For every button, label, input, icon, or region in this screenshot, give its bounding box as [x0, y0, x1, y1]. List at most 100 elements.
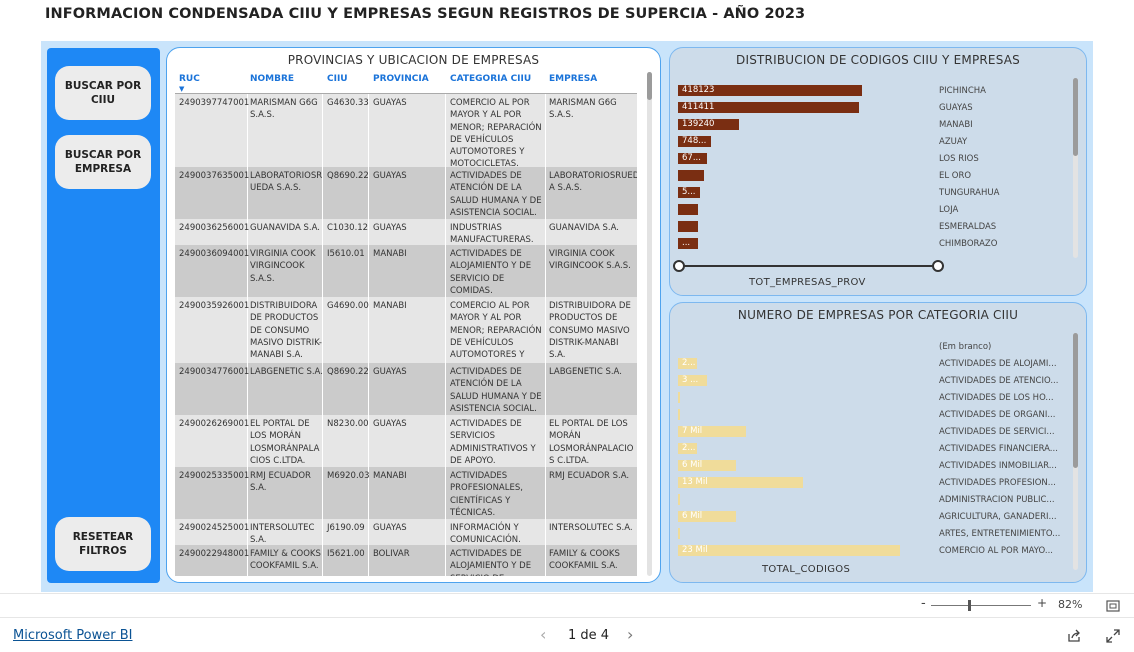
cell-provincia: GUAYAS: [373, 98, 407, 108]
reset-filters-button[interactable]: RESETEAR FILTROS: [55, 517, 151, 571]
bar[interactable]: [678, 170, 704, 181]
table-row[interactable]: 2490022948001 FAMILY & COOKS COOKFAMIL S.…: [175, 545, 637, 576]
bar-data-label: 748...: [682, 136, 707, 146]
category-label: ACTIVIDADES PROFESION...: [939, 478, 1056, 488]
zoom-slider-handle[interactable]: [968, 600, 971, 611]
column-header-provincia[interactable]: PROVINCIA: [373, 74, 429, 84]
column-header-ruc[interactable]: RUC: [179, 74, 200, 84]
cell-empresa: FAMILY & COOKS COOKFAMIL S.A.: [549, 549, 620, 572]
bar[interactable]: [678, 409, 680, 420]
next-page-icon[interactable]: ›: [627, 625, 633, 644]
fullscreen-icon[interactable]: [1106, 629, 1120, 643]
bar-data-label: 411411: [682, 102, 715, 112]
category-label: ACTIVIDADES DE ATENCIÓ...: [939, 376, 1059, 386]
cell-categoria: INFORMACIÓN Y COMUNICACIÓN.: [450, 523, 521, 546]
bar-data-label: 13 Mil: [682, 477, 708, 487]
category-label: ACTIVIDADES DE SERVICI...: [939, 427, 1055, 437]
province-chart-title: DISTRIBUCION DE CODIGOS CIIU Y EMPRESAS: [736, 53, 1020, 67]
province-chart-scroll-thumb[interactable]: [1073, 78, 1078, 156]
cell-categoria: ACTIVIDADES PROFESIONALES, CIENTÍFICAS Y…: [450, 471, 523, 518]
cell-ciiu: J6190.09: [327, 523, 365, 533]
category-label: ACTIVIDADES DE ALOJAMI...: [939, 359, 1057, 369]
category-label: AZUAY: [939, 137, 968, 147]
table-row[interactable]: 2490035926001 DISTRIBUIDORA DE PRODUCTOS …: [175, 297, 637, 363]
province-chart-panel: DISTRIBUCION DE CODIGOS CIIU Y EMPRESAS …: [669, 47, 1087, 296]
cell-ciiu: M6920.03: [327, 471, 370, 481]
cell-ciiu: Q8690.22: [327, 171, 369, 181]
category-label: AGRICULTURA, GANADERÍ...: [939, 512, 1057, 522]
share-icon[interactable]: [1067, 629, 1081, 643]
report-title: INFORMACION CONDENSADA CIIU Y EMPRESAS S…: [45, 6, 806, 22]
category-chart-scrollbar[interactable]: [1073, 333, 1078, 570]
table-row[interactable]: 2490034776001 LABGENETIC S.A. Q8690.22 GUAY…: [175, 363, 637, 415]
cell-nombre: FAMILY & COOKS COOKFAMIL S.A.: [250, 549, 321, 572]
table-scroll-thumb[interactable]: [647, 72, 652, 100]
table-title: PROVINCIAS Y UBICACION DE EMPRESAS: [287, 53, 540, 67]
column-header-categoria[interactable]: CATEGORIA CIIU: [450, 74, 531, 84]
cell-ruc: 2490026269001: [179, 419, 250, 429]
category-label: COMERCIO AL POR MAYO...: [939, 546, 1053, 556]
bar[interactable]: [678, 494, 680, 505]
bar-data-label: ...: [682, 238, 691, 248]
table-row[interactable]: 2490026269001 EL PORTAL DE LOS MORÁN LOSM…: [175, 415, 637, 467]
province-chart-scrollbar[interactable]: [1073, 78, 1078, 258]
cell-empresa: GUANAVIDA S.A.: [549, 223, 619, 233]
bar[interactable]: [678, 545, 900, 556]
category-label: LOS RIOS: [939, 154, 979, 164]
table-row[interactable]: 2490025335001 RMJ ECUADOR S.A. M6920.03 MAN…: [175, 467, 637, 519]
category-label: CHIMBORAZO: [939, 239, 998, 249]
cell-provincia: MANABI: [373, 301, 407, 311]
table-row[interactable]: 2490037635001 LABORATORIOSR UEDA S.A.S. Q8…: [175, 167, 637, 219]
bar[interactable]: [678, 392, 680, 403]
cell-provincia: GUAYAS: [373, 523, 407, 533]
table-row[interactable]: 2490036256001 GUANAVIDA S.A. C1030.12 GUAYA…: [175, 219, 637, 245]
cell-ruc: 2490036094001: [179, 249, 250, 259]
table-row[interactable]: 2490024525001 INTERSOLUTEC S.A. J6190.09 GU…: [175, 519, 637, 545]
sort-descending-icon: ▼: [179, 85, 185, 93]
zoom-level: 82%: [1058, 598, 1083, 611]
table-row[interactable]: 2490036094001 VIRGINIA COOK VIRGINCOOK S.…: [175, 245, 637, 297]
table-row[interactable]: 2490397747001 MARISMAN G6G S.A.S. G4630.33…: [175, 94, 637, 169]
column-header-nombre[interactable]: NOMBRE: [250, 74, 294, 84]
bar[interactable]: [678, 221, 698, 232]
cell-ciiu: I5610.01: [327, 249, 365, 259]
cell-empresa: DISTRIBUIDORA DE PRODUCTOS DE CONSUMO MA…: [549, 301, 631, 361]
cell-provincia: GUAYAS: [373, 171, 407, 181]
zoom-bar: - + 82%: [0, 593, 1134, 617]
bar-data-label: 2...: [682, 358, 696, 368]
category-label: ACTIVIDADES FINANCIERA...: [939, 444, 1058, 454]
cell-empresa: RMJ ECUADOR S.A.: [549, 471, 630, 481]
zoom-in-icon[interactable]: +: [1037, 596, 1047, 610]
cell-ruc: 2490024525001: [179, 523, 250, 533]
cell-nombre: RMJ ECUADOR S.A.: [250, 471, 311, 494]
bar[interactable]: [678, 528, 680, 539]
cell-ciiu: I5621.00: [327, 549, 365, 559]
report-canvas: BUSCAR POR CIIU BUSCAR POR EMPRESA RESET…: [41, 41, 1093, 592]
cell-ruc: 2490025335001: [179, 471, 250, 481]
search-by-company-button[interactable]: BUSCAR POR EMPRESA: [55, 135, 151, 189]
category-label: GUAYAS: [939, 103, 973, 113]
bar-data-label: 23 Mil: [682, 545, 708, 555]
range-slider-track[interactable]: [680, 265, 940, 267]
column-header-empresa[interactable]: EMPRESA: [549, 74, 597, 84]
bar-data-label: 139240: [682, 119, 715, 129]
power-bi-link[interactable]: Microsoft Power BI: [13, 628, 132, 643]
category-label: TUNGURAHUA: [939, 188, 1000, 198]
category-label: ARTES, ENTRETENIMIENTO...: [939, 529, 1061, 539]
table-scrollbar[interactable]: [647, 72, 652, 576]
companies-table-panel: PROVINCIAS Y UBICACION DE EMPRESAS RUC ▼…: [166, 47, 661, 583]
zoom-slider-track[interactable]: [931, 605, 1031, 606]
column-header-ciiu[interactable]: CIIU: [327, 74, 348, 84]
range-slider-start-handle[interactable]: [673, 260, 685, 272]
cell-categoria: ACTIVIDADES DE ATENCIÓN DE LA SALUD HUMA…: [450, 367, 542, 414]
fit-to-page-icon[interactable]: [1106, 600, 1120, 612]
previous-page-icon[interactable]: ‹: [540, 625, 546, 644]
cell-categoria: ACTIVIDADES DE ALOJAMIENTO Y DE SERVICIO…: [450, 549, 532, 576]
filter-sidebar: BUSCAR POR CIIU BUSCAR POR EMPRESA RESET…: [47, 48, 160, 583]
search-by-ciiu-button[interactable]: BUSCAR POR CIIU: [55, 66, 151, 120]
zoom-out-icon[interactable]: -: [921, 596, 926, 611]
bar[interactable]: [678, 204, 698, 215]
range-slider-end-handle[interactable]: [932, 260, 944, 272]
bar-data-label: 67...: [682, 153, 701, 163]
category-chart-scroll-thumb[interactable]: [1073, 333, 1078, 468]
